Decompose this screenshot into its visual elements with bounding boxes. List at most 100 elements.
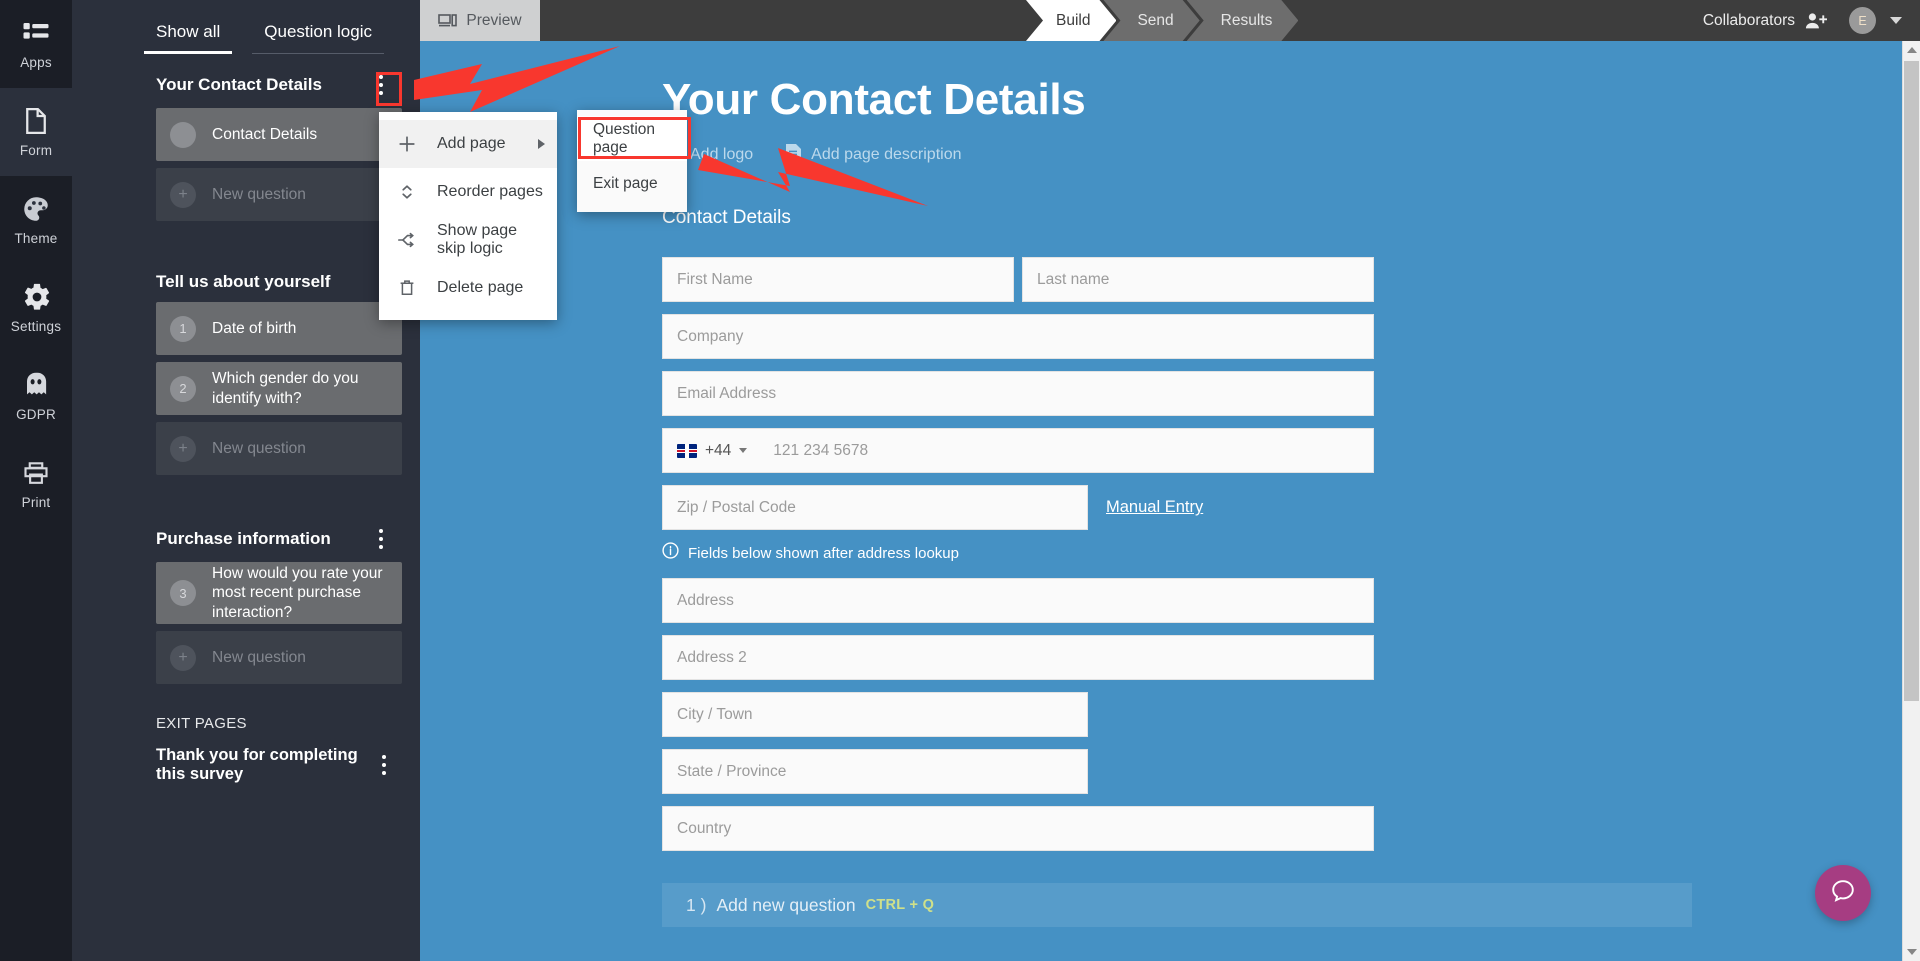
menu-item-label: Reorder pages: [437, 183, 543, 200]
question-badge: 2: [170, 375, 196, 402]
exit-page-kebab-icon[interactable]: [376, 752, 392, 778]
step-results[interactable]: Results: [1187, 0, 1299, 41]
plus-icon: +: [170, 644, 196, 671]
exit-page-label: Thank you for completing this survey: [156, 746, 358, 783]
submenu-item-label: Exit page: [593, 174, 658, 192]
zip-input[interactable]: Zip / Postal Code: [662, 485, 1088, 531]
exit-page-item[interactable]: Thank you for completing this survey: [72, 740, 402, 790]
manual-entry-link[interactable]: Manual Entry: [1106, 498, 1203, 517]
page-title[interactable]: Your Contact Details: [662, 76, 1902, 123]
step-label: Build: [1056, 11, 1091, 29]
list-item[interactable]: 2 Which gender do you identify with?: [156, 362, 402, 415]
placeholder: 121 234 5678: [773, 441, 869, 459]
step-label: Send: [1137, 11, 1174, 29]
menu-item-label: Delete page: [437, 279, 524, 296]
updown-arrows-icon: [397, 182, 425, 202]
question-badge: 3: [170, 580, 196, 606]
address2-input[interactable]: Address 2: [662, 635, 1374, 681]
list-item[interactable]: 3 How would you rate your most recent pu…: [156, 562, 402, 624]
page-options-kebab-icon[interactable]: [370, 72, 392, 98]
company-input[interactable]: Company: [662, 314, 1374, 360]
vertical-scrollbar[interactable]: [1902, 41, 1920, 961]
add-page-description-button[interactable]: Add page description: [785, 143, 962, 167]
skip-logic-icon: [397, 230, 425, 250]
section-title: Your Contact Details: [156, 75, 322, 94]
rail-item-form[interactable]: Form: [0, 88, 72, 176]
list-item-add-question[interactable]: + New question: [156, 168, 402, 221]
question-number: 1 ): [686, 894, 707, 915]
list-item[interactable]: 1 Date of birth: [156, 302, 402, 355]
rail-item-apps[interactable]: Apps: [0, 0, 72, 88]
address-input[interactable]: Address: [662, 578, 1374, 624]
placeholder: Email Address: [677, 384, 777, 402]
rail-item-label: Settings: [10, 319, 62, 334]
country-input[interactable]: Country: [662, 806, 1374, 852]
menu-item-label: Show page skip logic: [437, 222, 518, 257]
chat-bubble-icon: [1830, 878, 1856, 909]
city-input[interactable]: City / Town: [662, 692, 1088, 738]
zip-row: Zip / Postal Code Manual Entry: [662, 485, 1902, 531]
chevron-down-icon[interactable]: [1890, 17, 1902, 24]
menu-item-reorder-pages[interactable]: Reorder pages: [379, 168, 557, 216]
menu-item-label: Add page: [437, 135, 506, 152]
last-name-input[interactable]: Last name: [1022, 257, 1374, 303]
email-input[interactable]: Email Address: [662, 371, 1374, 417]
tab-show-all[interactable]: Show all: [144, 22, 233, 54]
placeholder: City / Town: [677, 705, 753, 723]
list-item-label: How would you rate your most recent purc…: [212, 564, 383, 621]
tab-label: Question logic: [264, 22, 372, 41]
preview-button[interactable]: Preview: [420, 0, 540, 41]
rail-item-label: Form: [19, 143, 53, 158]
menu-item-delete-page[interactable]: Delete page: [379, 264, 557, 312]
state-input[interactable]: State / Province: [662, 749, 1088, 795]
uk-flag-icon: [677, 443, 697, 458]
rail-item-gdpr[interactable]: GDPR: [0, 352, 72, 440]
scroll-up-arrow-icon[interactable]: [1903, 41, 1920, 59]
panel-body: Your Contact Details Contact Details + N…: [72, 54, 420, 790]
rail-item-theme[interactable]: Theme: [0, 176, 72, 264]
rail-item-settings[interactable]: Settings: [0, 264, 72, 352]
menu-item-show-page-skip-logic[interactable]: Show page skip logic: [379, 216, 557, 264]
first-name-input[interactable]: First Name: [662, 257, 1014, 303]
step-build[interactable]: Build: [1026, 0, 1116, 41]
list-item[interactable]: Contact Details: [156, 108, 402, 161]
section-title: Tell us about yourself: [156, 272, 331, 291]
collaborators-label[interactable]: Collaborators: [1703, 12, 1795, 30]
document-lines-icon: [785, 143, 802, 167]
step-send[interactable]: Send: [1103, 0, 1199, 41]
rail-item-print[interactable]: Print: [0, 440, 72, 528]
add-new-question-button[interactable]: 1 ) Add new question CTRL + Q: [662, 883, 1692, 928]
address2-row: Address 2: [662, 635, 1902, 681]
country-code-selector[interactable]: +44: [677, 442, 748, 460]
avatar[interactable]: E: [1849, 7, 1876, 34]
submenu-item-exit-page[interactable]: Exit page: [577, 161, 687, 206]
plus-icon: [397, 134, 425, 154]
section-title: Purchase information: [156, 529, 331, 548]
list-item-add-question[interactable]: + New question: [156, 631, 402, 684]
keyboard-shortcut: CTRL + Q: [865, 897, 935, 914]
submenu-item-question-page[interactable]: Question page: [577, 116, 687, 161]
scrollbar-thumb[interactable]: [1904, 61, 1919, 701]
add-logo-label: Add logo: [690, 146, 754, 164]
apps-grid-icon: [21, 18, 51, 48]
section-subheading: Contact Details: [662, 207, 791, 229]
scroll-down-arrow-icon[interactable]: [1903, 943, 1920, 961]
list-item-add-question[interactable]: + New question: [156, 422, 402, 475]
page-meta-row: Add logo Add page description: [662, 143, 1902, 167]
help-support-button[interactable]: [1815, 865, 1871, 921]
palette-icon: [21, 194, 51, 224]
menu-item-add-page[interactable]: Add page: [379, 120, 557, 168]
list-item-label: New question: [212, 185, 306, 203]
phone-input[interactable]: +44 121 234 5678: [662, 428, 1374, 474]
phone-row: +44 121 234 5678: [662, 428, 1902, 474]
preview-label: Preview: [466, 11, 522, 29]
add-collaborator-icon[interactable]: [1805, 12, 1827, 30]
page-options-kebab-icon[interactable]: [370, 526, 392, 552]
question-badge: 1: [170, 315, 196, 342]
section-header-purchase-info: Purchase information: [72, 508, 402, 562]
printer-icon: [21, 458, 51, 488]
placeholder: State / Province: [677, 762, 787, 780]
tab-question-logic[interactable]: Question logic: [252, 22, 384, 54]
